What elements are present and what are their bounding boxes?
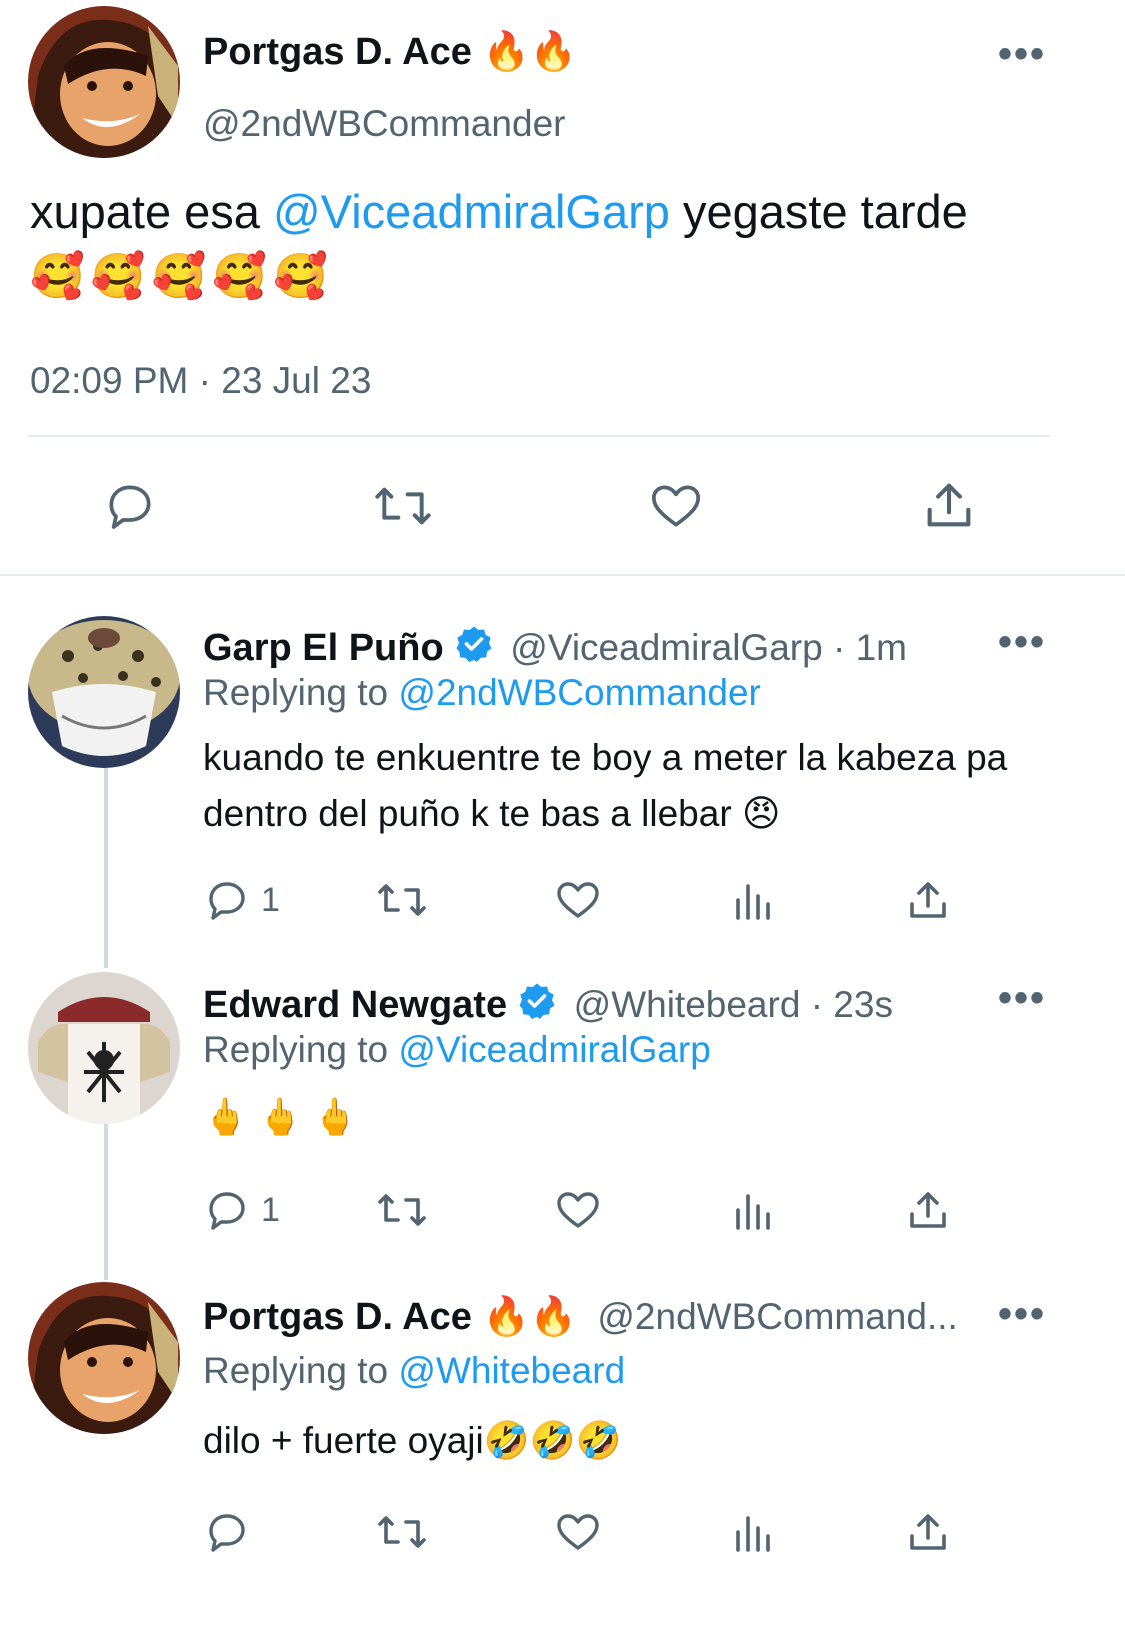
retweet-button[interactable]: [375, 1508, 429, 1556]
like-icon: [651, 485, 701, 527]
retweet-icon: [378, 1516, 426, 1548]
reply-button[interactable]: 1: [203, 1186, 280, 1234]
more-icon[interactable]: •••: [998, 622, 1046, 662]
replying-label: Replying to: [203, 672, 399, 713]
like-icon: [557, 1192, 599, 1228]
retweet-icon: [378, 1194, 426, 1226]
share-icon: [910, 1192, 946, 1228]
main-timestamp[interactable]: 02:09 PM · 23 Jul 23: [30, 360, 371, 402]
views-button[interactable]: [730, 1186, 778, 1234]
thread-line: [104, 768, 108, 968]
avatar-ace[interactable]: [28, 6, 180, 158]
reply-button[interactable]: [102, 478, 158, 539]
main-tweet-text: xupate esa @ViceadmiralGarp yegaste tard…: [30, 182, 1090, 242]
views-icon: [736, 1194, 770, 1230]
tweet-text-part: yegaste tarde: [669, 185, 968, 238]
retweet-icon: [375, 487, 431, 525]
reply-text: 🖕🖕🖕: [203, 1097, 368, 1138]
reply-count: 1: [261, 1190, 280, 1229]
divider: [0, 574, 1125, 576]
views-icon: [736, 1516, 770, 1552]
reply-icon: [209, 1192, 245, 1230]
divider: [28, 435, 1050, 437]
reply-text: kuando te enkuentre te boy a meter la ka…: [203, 737, 1008, 834]
tweet-text-part: xupate esa: [30, 185, 274, 238]
like-button[interactable]: [554, 876, 602, 924]
reply-header: Garp El Puño @ViceadmiralGarp · 1m: [203, 624, 907, 670]
reply-icon: [109, 485, 151, 529]
like-button[interactable]: [648, 478, 704, 539]
share-icon: [910, 1514, 946, 1550]
replying-mention[interactable]: @2ndWBCommander: [398, 672, 760, 713]
reply-icon: [209, 882, 245, 920]
handle-time[interactable]: @2ndWBCommand...: [597, 1296, 957, 1337]
replying-to: Replying to @2ndWBCommander: [203, 672, 761, 714]
reply-header: Edward Newgate @Whitebeard · 23s: [203, 981, 893, 1027]
reply-header: Portgas D. Ace 🔥🔥 @2ndWBCommand...: [203, 1295, 958, 1339]
share-icon: [910, 882, 946, 918]
verified-icon: [456, 626, 492, 662]
more-icon[interactable]: •••: [998, 1294, 1046, 1334]
display-name-text: Portgas D. Ace 🔥🔥: [203, 31, 578, 73]
reply-count: 1: [261, 880, 280, 919]
more-icon[interactable]: •••: [998, 34, 1046, 74]
replying-label: Replying to: [203, 1350, 399, 1391]
retweet-button[interactable]: [375, 876, 429, 924]
replying-to: Replying to @Whitebeard: [203, 1350, 625, 1392]
thread-line: [104, 1124, 108, 1280]
share-icon: [927, 483, 971, 527]
avatar-ace[interactable]: [28, 1282, 180, 1434]
retweet-button[interactable]: [375, 1186, 429, 1234]
share-button[interactable]: [904, 1186, 952, 1234]
like-icon: [557, 1514, 599, 1550]
display-name[interactable]: Edward Newgate: [203, 984, 507, 1026]
views-button[interactable]: [730, 1508, 778, 1556]
replying-mention[interactable]: @ViceadmiralGarp: [398, 1029, 710, 1070]
main-display-name[interactable]: Portgas D. Ace 🔥🔥: [203, 30, 577, 74]
reply-icon: [209, 1514, 245, 1552]
share-button[interactable]: [904, 1508, 952, 1556]
share-button[interactable]: [920, 476, 978, 539]
replying-mention[interactable]: @Whitebeard: [398, 1350, 625, 1391]
retweet-icon: [378, 884, 426, 916]
like-button[interactable]: [554, 1508, 602, 1556]
like-icon: [557, 882, 599, 918]
share-button[interactable]: [904, 876, 952, 924]
display-name[interactable]: Portgas D. Ace 🔥🔥: [203, 1296, 577, 1338]
reply-text: dilo + fuerte oyaji🤣🤣🤣: [203, 1420, 622, 1461]
retweet-button[interactable]: [372, 478, 434, 539]
main-tweet-emojis: 🥰🥰🥰🥰🥰: [30, 251, 334, 302]
handle-time[interactable]: @ViceadmiralGarp · 1m: [510, 627, 907, 668]
handle-time[interactable]: @Whitebeard · 23s: [574, 984, 893, 1025]
replying-to: Replying to @ViceadmiralGarp: [203, 1029, 711, 1071]
reply-button[interactable]: [203, 1508, 261, 1556]
reply-button[interactable]: 1: [203, 876, 280, 924]
mention-link[interactable]: @ViceadmiralGarp: [273, 185, 670, 238]
views-button[interactable]: [730, 876, 778, 924]
verified-icon: [519, 983, 555, 1019]
avatar-whitebeard[interactable]: [28, 972, 180, 1124]
more-icon[interactable]: •••: [998, 978, 1046, 1018]
avatar-garp[interactable]: [28, 616, 180, 768]
display-name[interactable]: Garp El Puño: [203, 627, 444, 669]
views-icon: [736, 884, 770, 920]
main-handle[interactable]: @2ndWBCommander: [203, 103, 565, 145]
replying-label: Replying to: [203, 1029, 399, 1070]
like-button[interactable]: [554, 1186, 602, 1234]
